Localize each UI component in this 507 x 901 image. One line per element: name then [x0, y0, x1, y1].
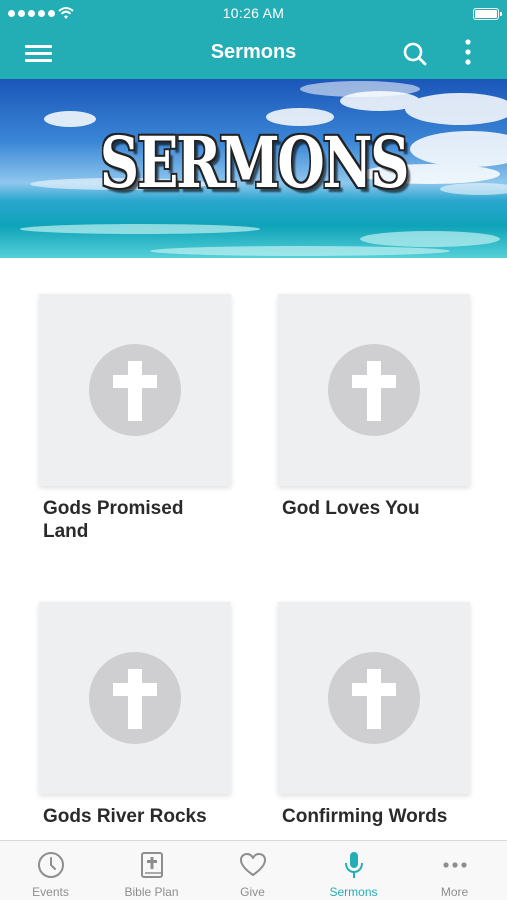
tab-more[interactable]: More — [404, 841, 505, 901]
status-bar: 10:26 AM — [0, 0, 507, 28]
cross-icon — [328, 344, 420, 436]
sermon-card[interactable]: God Loves You — [278, 294, 470, 520]
cross-icon — [89, 652, 181, 744]
heart-icon — [240, 853, 266, 876]
microphone-icon — [345, 852, 363, 878]
status-time: 10:26 AM — [222, 5, 285, 21]
more-vertical-icon[interactable] — [458, 38, 478, 68]
battery-icon — [473, 8, 502, 20]
sermon-title: Gods Promised Land — [43, 498, 184, 542]
nav-bar: Sermons — [0, 28, 507, 79]
tab-label: Events — [32, 885, 69, 899]
bible-icon — [141, 852, 163, 878]
sermon-thumbnail — [278, 602, 470, 794]
cross-icon — [89, 344, 181, 436]
sermon-thumbnail — [39, 602, 231, 794]
tab-bar: Events Bible Plan Give Sermons More — [0, 840, 507, 900]
sermon-title: Gods River Rocks — [43, 806, 207, 827]
cross-icon — [328, 652, 420, 744]
sermon-card[interactable]: Gods Promised Land — [39, 294, 231, 543]
sermon-thumbnail — [39, 294, 231, 486]
sermon-title: Confirming Words — [282, 806, 448, 827]
sermon-thumbnail — [278, 294, 470, 486]
tab-label: Give — [240, 885, 265, 899]
search-icon[interactable] — [401, 40, 429, 68]
page-title: Sermons — [210, 41, 297, 63]
sermons-banner — [0, 79, 507, 258]
tab-label: Sermons — [329, 885, 378, 899]
tab-give[interactable]: Give — [202, 841, 303, 901]
tab-sermons[interactable]: Sermons — [303, 841, 404, 901]
clock-icon — [38, 852, 64, 878]
tab-label: Bible Plan — [124, 885, 179, 899]
sermon-card[interactable]: Confirming Words — [278, 602, 470, 828]
sermon-card[interactable]: Gods River Rocks — [39, 602, 231, 828]
more-horizontal-icon — [443, 862, 467, 868]
tab-events[interactable]: Events — [0, 841, 101, 901]
tab-label: More — [440, 885, 469, 899]
tab-bible-plan[interactable]: Bible Plan — [101, 841, 202, 901]
sermon-title: God Loves You — [282, 498, 420, 519]
